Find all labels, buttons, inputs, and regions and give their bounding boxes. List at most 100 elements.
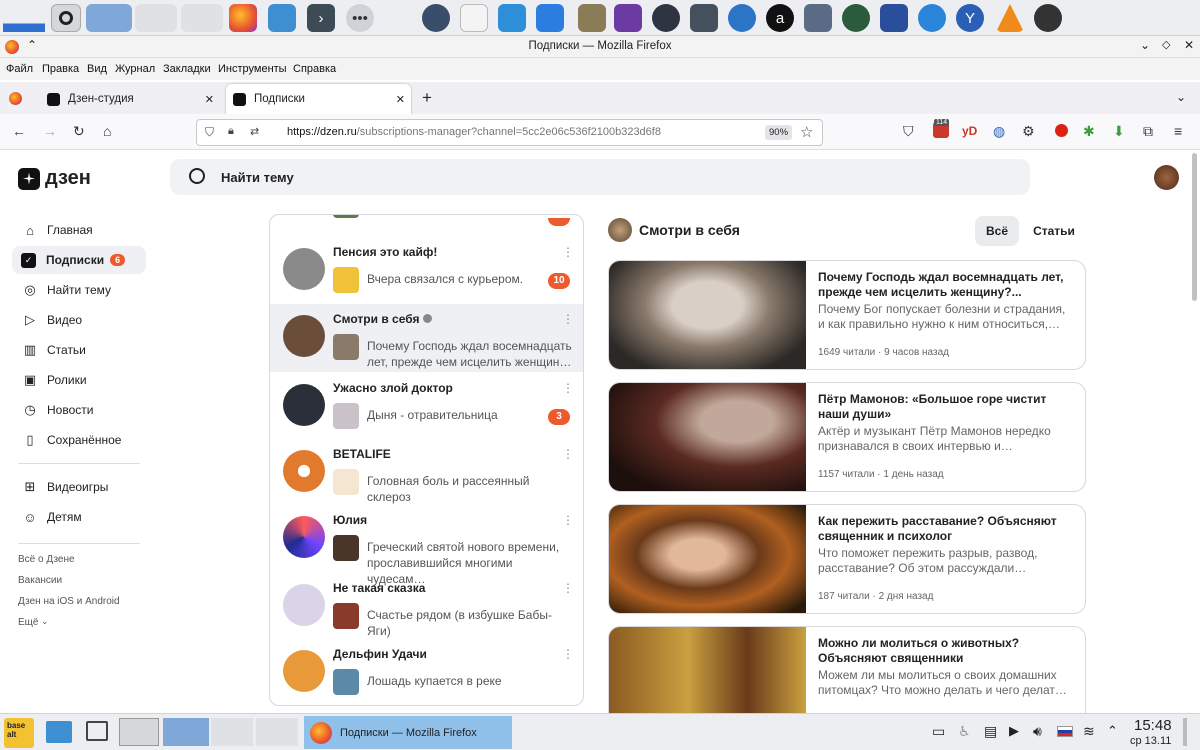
terminal-icon[interactable]: › <box>307 4 335 32</box>
sidebar-item-6[interactable]: ◷ Новости <box>12 396 146 424</box>
footer-link-2[interactable]: Дзен на iOS и Android <box>18 596 120 607</box>
sidebar-item-7[interactable]: ▯ Сохранённое <box>12 426 146 454</box>
footer-link-0[interactable]: Всё о Дзене <box>18 554 75 565</box>
app-icon-7[interactable] <box>880 4 908 32</box>
new-tab-icon[interactable]: + <box>422 88 432 108</box>
menu-tools[interactable]: Инструменты <box>218 63 287 75</box>
menu-help[interactable]: Справка <box>293 63 336 75</box>
extension-icon-4[interactable]: ✱ <box>1083 123 1095 140</box>
app-icon-4[interactable] <box>728 4 756 32</box>
pocket-icon[interactable]: ⛉ <box>903 123 914 140</box>
article-card[interactable]: Как пережить расставание? Объясняют свящ… <box>608 504 1086 614</box>
more-apps-icon[interactable]: ••• <box>346 4 374 32</box>
sidebar-item-2[interactable]: ◎ Найти тему <box>12 276 146 304</box>
permissions-icon[interactable]: ⇄ <box>250 125 259 138</box>
app-icon-3[interactable] <box>614 4 642 32</box>
more-options-icon[interactable]: ⋮ <box>562 581 574 595</box>
maximize-icon[interactable]: ◇ <box>1162 38 1170 51</box>
tab-dzen-studio[interactable]: Дзен-студия ✕ <box>40 84 220 114</box>
sidebar-item-4[interactable]: ▥ Статьи <box>12 336 146 364</box>
file-manager-icon[interactable] <box>268 4 296 32</box>
more-options-icon[interactable]: ⋮ <box>562 513 574 527</box>
desktop-thumb-active[interactable] <box>86 4 132 32</box>
desktop-thumb-active[interactable] <box>163 718 209 746</box>
sidebar-item-0[interactable]: ⌂ Главная <box>12 216 146 244</box>
filter-articles[interactable]: Статьи <box>1026 216 1082 246</box>
yandex-icon[interactable]: Y <box>956 4 984 32</box>
tab-list-icon[interactable]: ⌄ <box>1176 90 1186 104</box>
clipboard-icon[interactable]: ▭ <box>932 723 945 740</box>
topic-search[interactable]: Найти тему <box>170 159 1030 195</box>
chevron-down-icon[interactable]: ⌄ <box>41 616 49 627</box>
close-window-icon[interactable]: ✕ <box>1184 38 1194 52</box>
show-desktop-corner[interactable] <box>1183 718 1187 746</box>
back-icon[interactable]: ← <box>12 123 26 139</box>
wifi-icon[interactable]: ≋ <box>1083 723 1095 740</box>
channel-title[interactable]: Смотри в себя <box>639 222 740 238</box>
firefox-launcher-icon[interactable] <box>229 4 257 32</box>
footer-link-3[interactable]: Ещё <box>18 617 38 628</box>
desktop-thumb-2[interactable] <box>135 4 177 32</box>
minimize-icon[interactable]: ⌄ <box>1140 38 1150 52</box>
zoom-badge[interactable]: 90% <box>765 125 793 140</box>
tab-close-icon[interactable]: ✕ <box>205 93 214 106</box>
subscription-item[interactable]: BETALIFE Головная боль и рассеянный склер… <box>270 439 583 507</box>
channel-avatar[interactable] <box>608 218 632 242</box>
gimp-icon[interactable] <box>578 4 606 32</box>
clock-time[interactable]: 15:48 <box>1134 717 1172 734</box>
article-card[interactable]: Почему Господь ждал восемнадцать лет, пр… <box>608 260 1086 370</box>
app-menu-icon[interactable]: ≡ <box>1174 123 1182 139</box>
more-options-icon[interactable]: ⋮ <box>562 647 574 661</box>
window-switcher-icon[interactable] <box>51 4 81 32</box>
active-window-task[interactable]: Подписки — Mozilla Firefox <box>304 716 512 749</box>
menu-bookmarks[interactable]: Закладки <box>163 63 211 75</box>
desktop-thumb-2[interactable] <box>211 718 253 746</box>
yandex-disk-icon[interactable]: yD <box>962 124 977 138</box>
extension-icon-3[interactable] <box>1055 124 1068 137</box>
window-switcher-icon[interactable] <box>119 718 159 746</box>
text-editor-icon[interactable] <box>460 4 488 32</box>
article-card[interactable]: Можно ли молиться о животных? Объясняют … <box>608 626 1086 713</box>
subscription-item[interactable]: Дельфин Удачи Лошадь купается в реке ⋮ <box>270 639 583 705</box>
clock-date[interactable]: ср 13.11 <box>1130 735 1171 747</box>
tab-subscriptions[interactable]: Подписки ✕ <box>226 84 411 114</box>
home-button-icon[interactable]: ⌂ <box>103 123 111 139</box>
subscription-item[interactable]: Смотри в себя Почему Господь ждал восемна… <box>270 304 583 372</box>
vlc-icon[interactable] <box>996 4 1024 32</box>
app-icon-6[interactable] <box>842 4 870 32</box>
more-options-icon[interactable]: ⋮ <box>562 447 574 461</box>
url-bar[interactable]: ⛉ 🔒︎ ⇄ https://dzen.ru/subscriptions-man… <box>196 119 823 146</box>
extension-icon-1[interactable]: ◍ <box>993 123 1005 140</box>
menu-view[interactable]: Вид <box>87 63 107 75</box>
sidebar-extra-0[interactable]: ⊞ Видеоигры <box>12 473 146 501</box>
article-card[interactable]: Пётр Мамонов: «Большое горе чистит наши … <box>608 382 1086 492</box>
subscription-item[interactable]: Юлия Греческий святой нового времени, про… <box>270 505 583 586</box>
filter-all[interactable]: Всё <box>975 216 1019 246</box>
show-desktop-icon[interactable] <box>86 721 108 741</box>
footer-link-1[interactable]: Вакансии <box>18 575 62 586</box>
accessibility-icon[interactable]: ♿︎ <box>958 723 971 740</box>
desktop-thumb-3[interactable] <box>181 4 223 32</box>
dzen-logo[interactable]: дзен <box>18 167 91 190</box>
extensions-icon[interactable]: ⧉ <box>1143 123 1153 140</box>
reload-icon[interactable]: ↻ <box>73 123 85 140</box>
menu-file[interactable]: Файл <box>6 63 33 75</box>
sidebar-extra-1[interactable]: ☺ Детям <box>12 503 146 531</box>
subscription-item[interactable]: Пенсия это кайф! Вчера связался с курьеро… <box>270 237 583 305</box>
document-icon[interactable] <box>536 4 564 32</box>
forward-icon[interactable]: → <box>43 123 57 139</box>
subscription-item[interactable]: Андрей Ткачёв <box>270 215 583 230</box>
app-icon-8[interactable] <box>918 4 946 32</box>
page-scrollbar[interactable] <box>1192 153 1197 301</box>
bookmark-star-icon[interactable]: ☆ <box>800 123 813 141</box>
menu-edit[interactable]: Правка <box>42 63 79 75</box>
notifications-icon[interactable]: ⌃ <box>1107 723 1118 739</box>
extension-icon-2[interactable]: ⚙ <box>1022 123 1035 140</box>
desktop-thumb-3[interactable] <box>256 718 298 746</box>
subscription-item[interactable]: Ужасно злой доктор Дыня - отравительница ⋮… <box>270 373 583 441</box>
subscription-item[interactable]: Не такая сказка Счастье рядом (в избушке … <box>270 573 583 641</box>
more-options-icon[interactable]: ⋮ <box>562 312 574 326</box>
video-editor-icon[interactable] <box>690 4 718 32</box>
app-icon-2[interactable] <box>498 4 526 32</box>
tab-close-icon[interactable]: ✕ <box>396 93 405 106</box>
